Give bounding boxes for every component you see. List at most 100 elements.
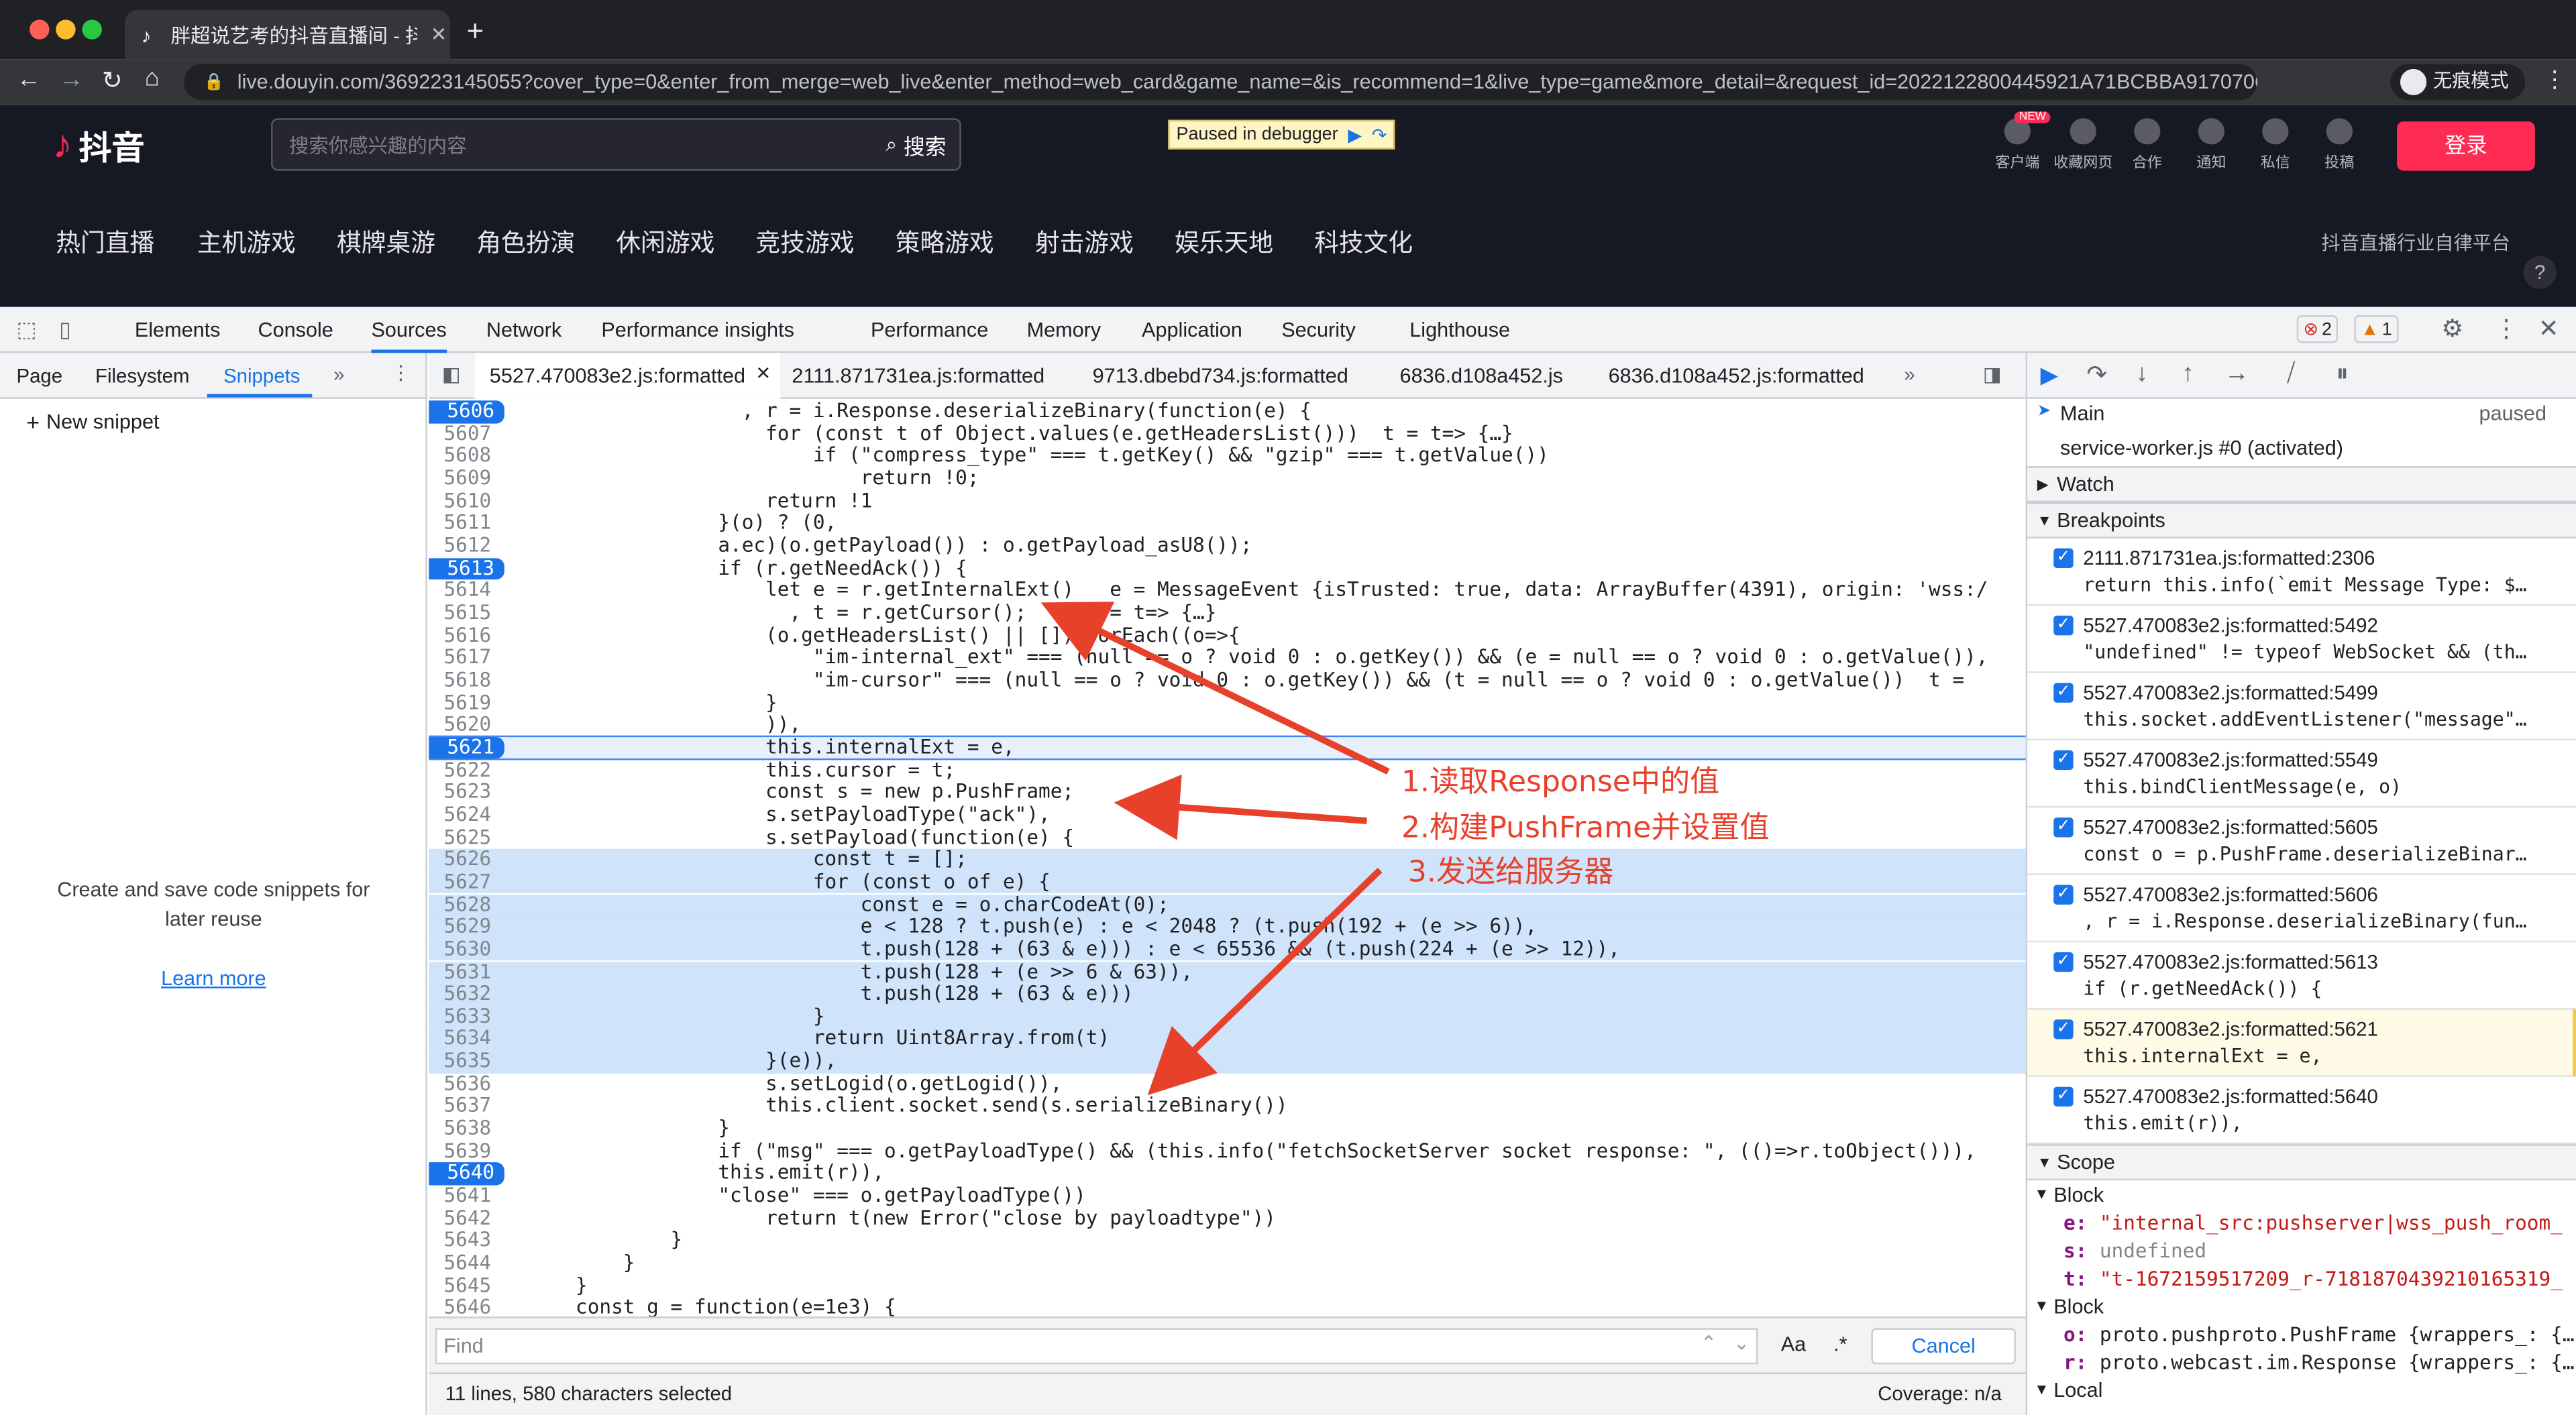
scope-variable[interactable]: o: proto.pushproto.PushFrame {wrappers_: …: [2027, 1322, 2576, 1350]
breakpoint-line-number[interactable]: 5621: [429, 736, 504, 760]
line-number[interactable]: 5626: [429, 848, 501, 871]
line-number[interactable]: 5643: [429, 1229, 501, 1253]
breakpoint-item[interactable]: ✓ 5527.470083e2.js:formatted:5606, r = i.…: [2027, 875, 2576, 943]
scope-block-header[interactable]: ▼ Block: [2027, 1182, 2576, 1210]
line-number[interactable]: 5624: [429, 803, 501, 826]
code-line[interactable]: 5614 let e = r.getInternalExt() e = Mess…: [429, 579, 2025, 602]
help-icon[interactable]: ?: [2523, 256, 2557, 289]
browser-menu-icon[interactable]: ⋮: [2543, 66, 2566, 94]
scope-section-header[interactable]: ▼ Scope: [2027, 1144, 2576, 1181]
line-number[interactable]: 5635: [429, 1050, 501, 1073]
breakpoint-line-number[interactable]: 5613: [429, 557, 504, 580]
line-number[interactable]: 5620: [429, 714, 501, 736]
line-number[interactable]: 5622: [429, 758, 501, 781]
step-into-button-icon[interactable]: ↓: [2136, 359, 2148, 388]
code-line[interactable]: 5626 const t = [];: [429, 848, 2026, 872]
back-arrow-icon[interactable]: ←: [16, 66, 41, 94]
breakpoint-line-number[interactable]: 5606: [429, 400, 504, 423]
header-icon-5[interactable]: 投稿: [2306, 118, 2372, 172]
breakpoint-item[interactable]: ✓ 5527.470083e2.js:formatted:5605 const o …: [2027, 807, 2576, 875]
code-line[interactable]: 5611 }(o) ? (0,: [429, 512, 2025, 535]
step-over-button-icon[interactable]: ↷: [2086, 359, 2107, 390]
maximize-window-button[interactable]: [82, 19, 102, 40]
breakpoint-item[interactable]: ✓ 5527.470083e2.js:formatted:5549 this.bin…: [2027, 740, 2576, 808]
category-8[interactable]: 娱乐天地: [1175, 225, 1273, 259]
line-number[interactable]: 5619: [429, 691, 501, 714]
line-number[interactable]: 5607: [429, 422, 501, 445]
breakpoint-checkbox[interactable]: ✓: [2053, 683, 2074, 703]
category-4[interactable]: 休闲游戏: [616, 225, 714, 259]
breakpoint-item[interactable]: ✓ 5527.470083e2.js:formatted:5621 this.int…: [2027, 1009, 2576, 1077]
incognito-indicator[interactable]: 无痕模式: [2390, 64, 2526, 101]
reload-icon[interactable]: ↻: [102, 66, 123, 95]
warning-count-badge[interactable]: ▲ 1: [2354, 315, 2399, 343]
step-button-icon[interactable]: →: [2224, 359, 2249, 388]
code-line[interactable]: 5606 , r = i.Response.deserializeBinary(…: [429, 400, 2025, 423]
line-number[interactable]: 5638: [429, 1117, 501, 1140]
code-line[interactable]: 5608 if ("compress_type" === t.getKey() …: [429, 445, 2025, 467]
category-9[interactable]: 科技文化: [1314, 225, 1413, 259]
tab-page[interactable]: Page: [16, 364, 62, 387]
toggle-debugger-icon[interactable]: ◨: [1983, 363, 2002, 386]
line-number[interactable]: 5639: [429, 1139, 501, 1163]
close-devtools-icon[interactable]: ✕: [2538, 314, 2559, 343]
close-window-button[interactable]: [30, 19, 50, 40]
code-line[interactable]: 5630 t.push(128 + (63 & e))) : e < 65536…: [429, 938, 2026, 962]
line-number[interactable]: 5646: [429, 1296, 501, 1316]
category-2[interactable]: 棋牌桌游: [337, 225, 435, 259]
devtools-tab-console[interactable]: Console: [258, 319, 333, 341]
code-line[interactable]: 5623 const s = new p.PushFrame;: [429, 781, 2025, 804]
line-number[interactable]: 5629: [429, 915, 501, 938]
thread-worker[interactable]: service-worker.js #0 (activated): [2060, 437, 2343, 459]
file-tab-0[interactable]: 5527.470083e2.js:formatted: [490, 364, 745, 387]
coverage-status[interactable]: Coverage: n/a: [1878, 1382, 2002, 1405]
breakpoints-section-header[interactable]: ▼ Breakpoints: [2027, 502, 2576, 539]
breakpoint-item[interactable]: ✓ 5527.470083e2.js:formatted:5640 this.emi…: [2027, 1077, 2576, 1145]
code-line[interactable]: 5633 }: [429, 1005, 2026, 1029]
devtools-tab-security[interactable]: Security: [1281, 319, 1356, 341]
code-line[interactable]: 5638 }: [429, 1117, 2025, 1140]
omnibox[interactable]: 🔒 live.douyin.com/369223145055?cover_typ…: [184, 64, 2257, 101]
pause-on-exceptions-icon[interactable]: ⏸: [2336, 359, 2348, 388]
header-icon-2[interactable]: 合作: [2114, 118, 2180, 172]
deactivate-breakpoints-icon[interactable]: ⧸: [2287, 359, 2296, 388]
line-number[interactable]: 5614: [429, 579, 501, 602]
site-search-input[interactable]: 搜索你感兴趣的内容: [289, 131, 886, 159]
platform-link[interactable]: 抖音直播行业自律平台: [2321, 230, 2510, 256]
code-line[interactable]: 5613 if (r.getNeedAck()) {: [429, 557, 2025, 580]
match-case-button[interactable]: Aa: [1781, 1333, 1806, 1356]
line-number[interactable]: 5612: [429, 534, 501, 557]
file-tab-4[interactable]: 6836.d108a452.js:formatted: [1609, 364, 1864, 387]
forward-arrow-icon[interactable]: →: [59, 66, 84, 94]
devtools-tab-application[interactable]: Application: [1142, 319, 1242, 341]
step-out-button-icon[interactable]: ↑: [2182, 359, 2194, 388]
devtools-tab-performance[interactable]: Performance: [871, 319, 988, 341]
category-1[interactable]: 主机游戏: [197, 225, 296, 259]
inspect-element-icon[interactable]: ⬚: [16, 317, 36, 343]
find-cancel-button[interactable]: Cancel: [1871, 1328, 2016, 1365]
new-tab-button[interactable]: +: [467, 15, 484, 49]
header-icon-3[interactable]: 通知: [2178, 118, 2244, 172]
breakpoint-checkbox[interactable]: ✓: [2053, 817, 2074, 838]
devtools-tab-performance-insights[interactable]: Performance insights: [601, 319, 794, 341]
line-number[interactable]: 5645: [429, 1274, 501, 1297]
code-line[interactable]: 5624 s.setPayloadType("ack"),: [429, 803, 2025, 826]
line-number[interactable]: 5615: [429, 602, 501, 624]
devtools-tab-elements[interactable]: Elements: [135, 319, 221, 341]
code-line[interactable]: 5629 e < 128 ? t.push(e) : e < 2048 ? (t…: [429, 915, 2026, 939]
line-number[interactable]: 5623: [429, 781, 501, 804]
code-line[interactable]: 5622 this.cursor = t;: [429, 758, 2025, 781]
line-number[interactable]: 5608: [429, 445, 501, 467]
category-5[interactable]: 竞技游戏: [756, 225, 855, 259]
code-line[interactable]: 5620 )),: [429, 714, 2025, 736]
line-number[interactable]: 5609: [429, 467, 501, 490]
tab-filesystem[interactable]: Filesystem: [95, 364, 189, 387]
devtools-tab-sources[interactable]: Sources: [371, 319, 447, 353]
line-number[interactable]: 5610: [429, 490, 501, 512]
more-tabs-icon[interactable]: »: [333, 363, 344, 386]
code-line[interactable]: 5631 t.push(128 + (e >> 6 & 63)),: [429, 960, 2026, 984]
find-prev-icon[interactable]: ⌃: [1701, 1331, 1717, 1354]
breakpoint-checkbox[interactable]: ✓: [2053, 750, 2074, 771]
code-line[interactable]: 5639 if ("msg" === o.getPayloadType() &&…: [429, 1139, 2025, 1163]
code-line[interactable]: 5616 (o.getHeadersList() || []).forEach(…: [429, 624, 2025, 647]
